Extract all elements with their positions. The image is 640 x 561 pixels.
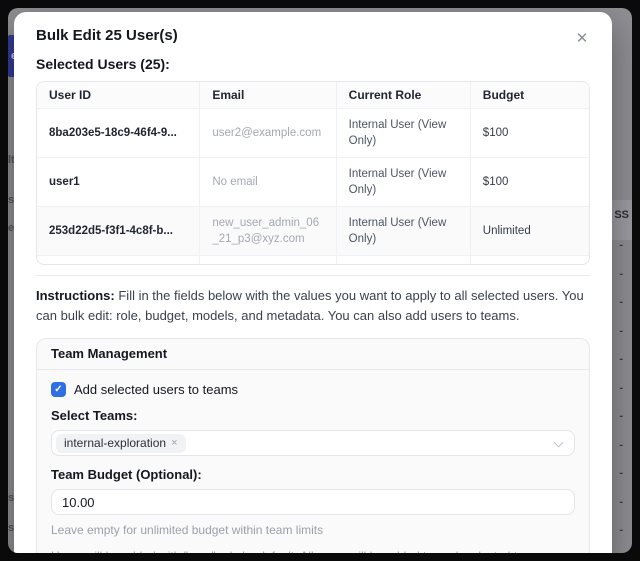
dimmed-table-cell-dash: - xyxy=(619,439,623,451)
email-cell: new_user_admin_06_21_p3@xyz.com xyxy=(200,207,336,256)
dimmed-table-cell-dash: - xyxy=(619,353,623,365)
role-cell: Internal User (View Only) xyxy=(336,256,470,266)
budget-helper-text: Leave empty for unlimited budget within … xyxy=(51,523,575,538)
table-header-row: User IDEmailCurrent RoleBudget xyxy=(37,82,589,109)
selected-users-table-container[interactable]: User IDEmailCurrent RoleBudget 8ba203e5-… xyxy=(36,81,590,265)
add-users-checkbox-label: Add selected users to teams xyxy=(74,382,238,397)
budget-cell: $100 xyxy=(470,109,589,158)
team-tag: internal-exploration × xyxy=(56,434,186,453)
dimmed-table-cell-dash: - xyxy=(619,382,623,394)
instructions-text: Instructions: Fill in the fields below w… xyxy=(36,286,590,326)
table-row: 253d22d5-f3f1-4c8f-b...new_user_admin_06… xyxy=(37,207,589,256)
select-teams-input[interactable]: internal-exploration × xyxy=(51,430,575,456)
app-window-backdrop: e ltseestst SS ----------- Bulk Edit 25 … xyxy=(8,8,632,553)
dimmed-table-cell-dash: - xyxy=(619,410,623,422)
bulk-edit-modal: Bulk Edit 25 User(s) ✕ Selected Users (2… xyxy=(14,12,612,553)
role-cell: Internal User (View Only) xyxy=(336,158,470,207)
section-divider xyxy=(36,275,590,276)
dimmed-table-cell-dash: - xyxy=(619,239,623,251)
dimmed-table-cell-dash: - xyxy=(619,467,623,479)
team-budget-label: Team Budget (Optional): xyxy=(51,466,575,483)
team-management-panel: Team Management ✓ Add selected users to … xyxy=(36,338,590,553)
column-header: Email xyxy=(200,82,336,109)
table-body: 8ba203e5-18c9-46f4-9...user2@example.com… xyxy=(37,109,589,266)
chevron-down-icon[interactable] xyxy=(554,438,564,448)
table-row: 5dbd2335-cdd6-47ca-b...interInternal Use… xyxy=(37,256,589,266)
dimmed-table-cell-dash: - xyxy=(619,296,623,308)
add-users-checkbox[interactable]: ✓ xyxy=(51,382,66,397)
selected-users-heading: Selected Users (25): xyxy=(36,55,590,73)
dimmed-table-cell-dash: - xyxy=(619,325,623,337)
modal-title: Bulk Edit 25 User(s) xyxy=(36,26,590,46)
email-cell: inter xyxy=(200,256,336,266)
team-budget-input[interactable] xyxy=(51,489,575,515)
user-id-cell: user1 xyxy=(37,158,200,207)
team-tag-label: internal-exploration xyxy=(64,436,166,451)
panel-footer-note: Users will be added with "user" role by … xyxy=(51,548,575,553)
user-id-cell: 253d22d5-f3f1-4c8f-b... xyxy=(37,207,200,256)
selected-users-table: User IDEmailCurrent RoleBudget 8ba203e5-… xyxy=(37,82,589,265)
close-icon[interactable]: ✕ xyxy=(572,28,592,48)
budget-cell: Unlimited xyxy=(470,256,589,266)
screenshot-frame: e ltseestst SS ----------- Bulk Edit 25 … xyxy=(0,0,640,561)
team-management-body: ✓ Add selected users to teams Select Tea… xyxy=(37,370,589,553)
dimmed-right-column-header: SS xyxy=(614,209,629,221)
team-management-title: Team Management xyxy=(37,339,589,370)
role-cell: Internal User (View Only) xyxy=(336,207,470,256)
user-id-cell: 8ba203e5-18c9-46f4-9... xyxy=(37,109,200,158)
table-row: user1No emailInternal User (View Only)$1… xyxy=(37,158,589,207)
email-cell: user2@example.com xyxy=(200,109,336,158)
user-id-cell: 5dbd2335-cdd6-47ca-b... xyxy=(37,256,200,266)
role-cell: Internal User (View Only) xyxy=(336,109,470,158)
tag-remove-icon[interactable]: × xyxy=(171,436,177,451)
dimmed-table-cell-dash: - xyxy=(619,524,623,536)
email-cell: No email xyxy=(200,158,336,207)
budget-cell: Unlimited xyxy=(470,207,589,256)
column-header: User ID xyxy=(37,82,200,109)
table-row: 8ba203e5-18c9-46f4-9...user2@example.com… xyxy=(37,109,589,158)
select-teams-label: Select Teams: xyxy=(51,407,575,424)
budget-cell: $100 xyxy=(470,158,589,207)
dimmed-table-cell-dash: - xyxy=(619,268,623,280)
column-header: Current Role xyxy=(336,82,470,109)
dimmed-table-cell-dash: - xyxy=(619,496,623,508)
instructions-label: Instructions: xyxy=(36,288,115,303)
column-header: Budget xyxy=(470,82,589,109)
instructions-body: Fill in the fields below with the values… xyxy=(36,288,584,323)
add-users-to-teams-row[interactable]: ✓ Add selected users to teams xyxy=(51,382,575,397)
